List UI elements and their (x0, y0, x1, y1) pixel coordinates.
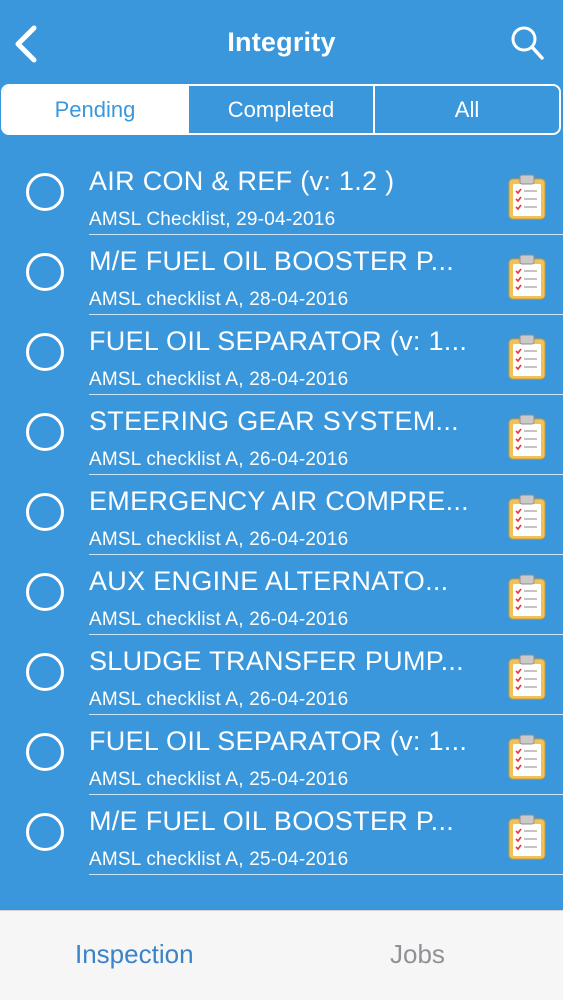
radio-circle[interactable] (26, 253, 64, 291)
item-title: FUEL OIL SEPARATOR (v: 1... (89, 726, 468, 756)
clipboard-icon[interactable] (508, 494, 546, 540)
list-item[interactable]: M/E FUEL OIL BOOSTER P... AMSL checklist… (0, 790, 563, 875)
clipboard-icon[interactable] (508, 414, 546, 460)
item-title: EMERGENCY AIR COMPRE... (89, 486, 469, 516)
item-subtitle: AMSL checklist A, 26-04-2016 (89, 609, 349, 630)
radio-circle[interactable] (26, 493, 64, 531)
clipboard-icon[interactable] (508, 334, 546, 380)
segment-all[interactable]: All (373, 86, 559, 133)
radio-circle[interactable] (26, 653, 64, 691)
radio-circle[interactable] (26, 813, 64, 851)
checklist-list: AIR CON & REF (v: 1.2 ) AMSL Checklist, … (0, 150, 563, 875)
clipboard-icon[interactable] (508, 254, 546, 300)
radio-circle[interactable] (26, 573, 64, 611)
row-divider (89, 874, 563, 875)
item-title: STEERING GEAR SYSTEM... (89, 406, 459, 436)
tab-inspection[interactable]: Inspection (75, 939, 194, 970)
search-icon (511, 26, 544, 60)
list-item[interactable]: M/E FUEL OIL BOOSTER P... AMSL checklist… (0, 230, 563, 315)
list-item[interactable]: STEERING GEAR SYSTEM... AMSL checklist A… (0, 390, 563, 475)
clipboard-icon[interactable] (508, 174, 546, 220)
clipboard-icon[interactable] (508, 574, 546, 620)
segment-completed[interactable]: Completed (187, 86, 373, 133)
list-item[interactable]: SLUDGE TRANSFER PUMP... AMSL checklist A… (0, 630, 563, 715)
item-title: AUX ENGINE ALTERNATO... (89, 566, 449, 596)
item-subtitle: AMSL checklist A, 28-04-2016 (89, 369, 349, 390)
radio-circle[interactable] (26, 173, 64, 211)
clipboard-icon[interactable] (508, 654, 546, 700)
status-segmented-control: Pending Completed All (1, 84, 561, 135)
clipboard-icon[interactable] (508, 814, 546, 860)
item-title: M/E FUEL OIL BOOSTER P... (89, 246, 455, 276)
list-item[interactable]: FUEL OIL SEPARATOR (v: 1... AMSL checkli… (0, 310, 563, 395)
item-subtitle: AMSL checklist A, 26-04-2016 (89, 449, 349, 470)
item-title: FUEL OIL SEPARATOR (v: 1... (89, 326, 468, 356)
segment-pending[interactable]: Pending (3, 86, 187, 133)
list-item[interactable]: FUEL OIL SEPARATOR (v: 1... AMSL checkli… (0, 710, 563, 795)
item-title: AIR CON & REF (v: 1.2 ) (89, 166, 395, 196)
radio-circle[interactable] (26, 413, 64, 451)
item-title: SLUDGE TRANSFER PUMP... (89, 646, 464, 676)
radio-circle[interactable] (26, 733, 64, 771)
list-item[interactable]: AUX ENGINE ALTERNATO... AMSL checklist A… (0, 550, 563, 635)
search-button[interactable] (509, 24, 545, 64)
item-subtitle: AMSL checklist A, 26-04-2016 (89, 529, 349, 550)
page-title: Integrity (227, 27, 336, 57)
tab-jobs[interactable]: Jobs (390, 939, 445, 970)
radio-circle[interactable] (26, 333, 64, 371)
nav-header: Integrity (0, 0, 563, 84)
item-title: M/E FUEL OIL BOOSTER P... (89, 806, 455, 836)
item-subtitle: AMSL checklist A, 25-04-2016 (89, 769, 349, 790)
clipboard-icon[interactable] (508, 734, 546, 780)
item-subtitle: AMSL checklist A, 25-04-2016 (89, 849, 349, 870)
list-item[interactable]: EMERGENCY AIR COMPRE... AMSL checklist A… (0, 470, 563, 555)
list-item[interactable]: AIR CON & REF (v: 1.2 ) AMSL Checklist, … (0, 150, 563, 235)
bottom-tab-bar: Inspection Jobs (0, 910, 563, 1000)
item-subtitle: AMSL Checklist, 29-04-2016 (89, 209, 336, 230)
item-subtitle: AMSL checklist A, 28-04-2016 (89, 289, 349, 310)
item-subtitle: AMSL checklist A, 26-04-2016 (89, 689, 349, 710)
